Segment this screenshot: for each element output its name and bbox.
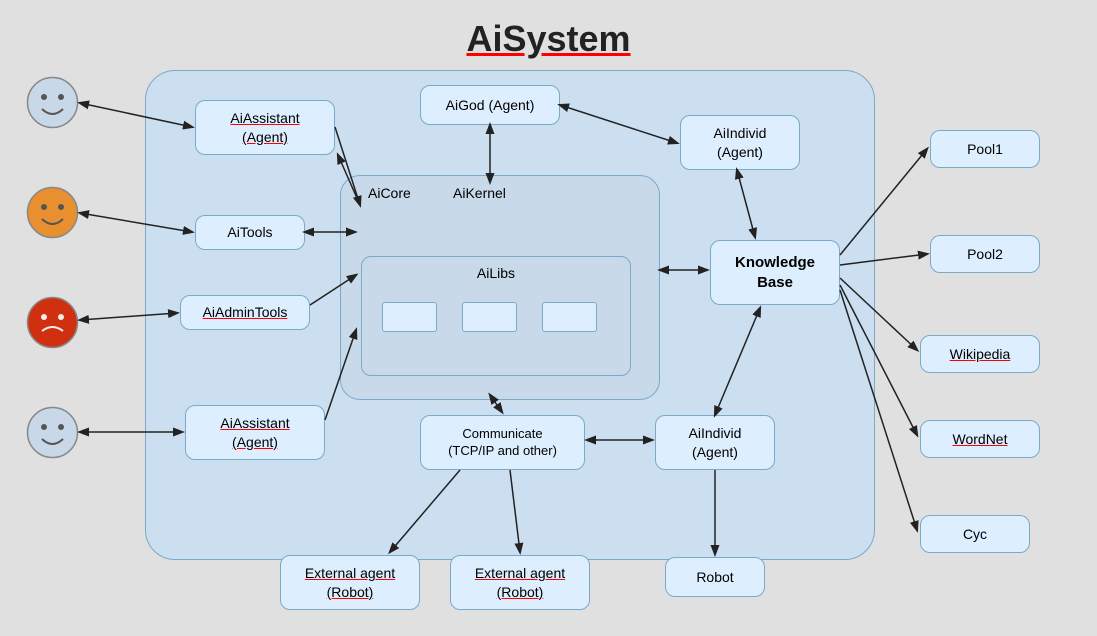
wikipedia-node: Wikipedia: [920, 335, 1040, 373]
external-agent-1-node: External agent(Robot): [280, 555, 420, 610]
ai-assistant-top-node: AiAssistant(Agent): [195, 100, 335, 155]
lib-sub-1: [382, 302, 437, 332]
communicate-node: Communicate(TCP/IP and other): [420, 415, 585, 470]
robot-node: Robot: [665, 557, 765, 597]
ai-core-label: AiCore: [368, 185, 411, 201]
ai-admin-tools-node: AiAdminTools: [180, 295, 310, 330]
ai-god-node: AiGod (Agent): [420, 85, 560, 125]
pool2-node: Pool2: [930, 235, 1040, 273]
lib-sub-3: [542, 302, 597, 332]
ailibs-box: AiLibs: [361, 256, 631, 376]
smiley-bottom: [25, 405, 80, 460]
smiley-orange: [25, 185, 80, 240]
aicore-inner-box: AiLibs: [340, 175, 660, 400]
external-agent-2-node: External agent(Robot): [450, 555, 590, 610]
smiley-top: [25, 75, 80, 130]
main-title: AiSystem: [466, 18, 630, 60]
ailibs-label: AiLibs: [477, 265, 515, 281]
ai-assistant-bottom-node: AiAssistant(Agent): [185, 405, 325, 460]
cyc-node: Cyc: [920, 515, 1030, 553]
ai-individ-top-node: AiIndivid(Agent): [680, 115, 800, 170]
ai-tools-node: AiTools: [195, 215, 305, 250]
ai-kernel-label: AiKernel: [453, 185, 506, 201]
lib-sub-2: [462, 302, 517, 332]
wordnet-node: WordNet: [920, 420, 1040, 458]
diagram-container: AiSystem AiLibs: [0, 0, 1097, 636]
ai-individ-bottom-node: AiIndivid(Agent): [655, 415, 775, 470]
smiley-red: [25, 295, 80, 350]
pool1-node: Pool1: [930, 130, 1040, 168]
knowledge-base-node: KnowledgeBase: [710, 240, 840, 305]
